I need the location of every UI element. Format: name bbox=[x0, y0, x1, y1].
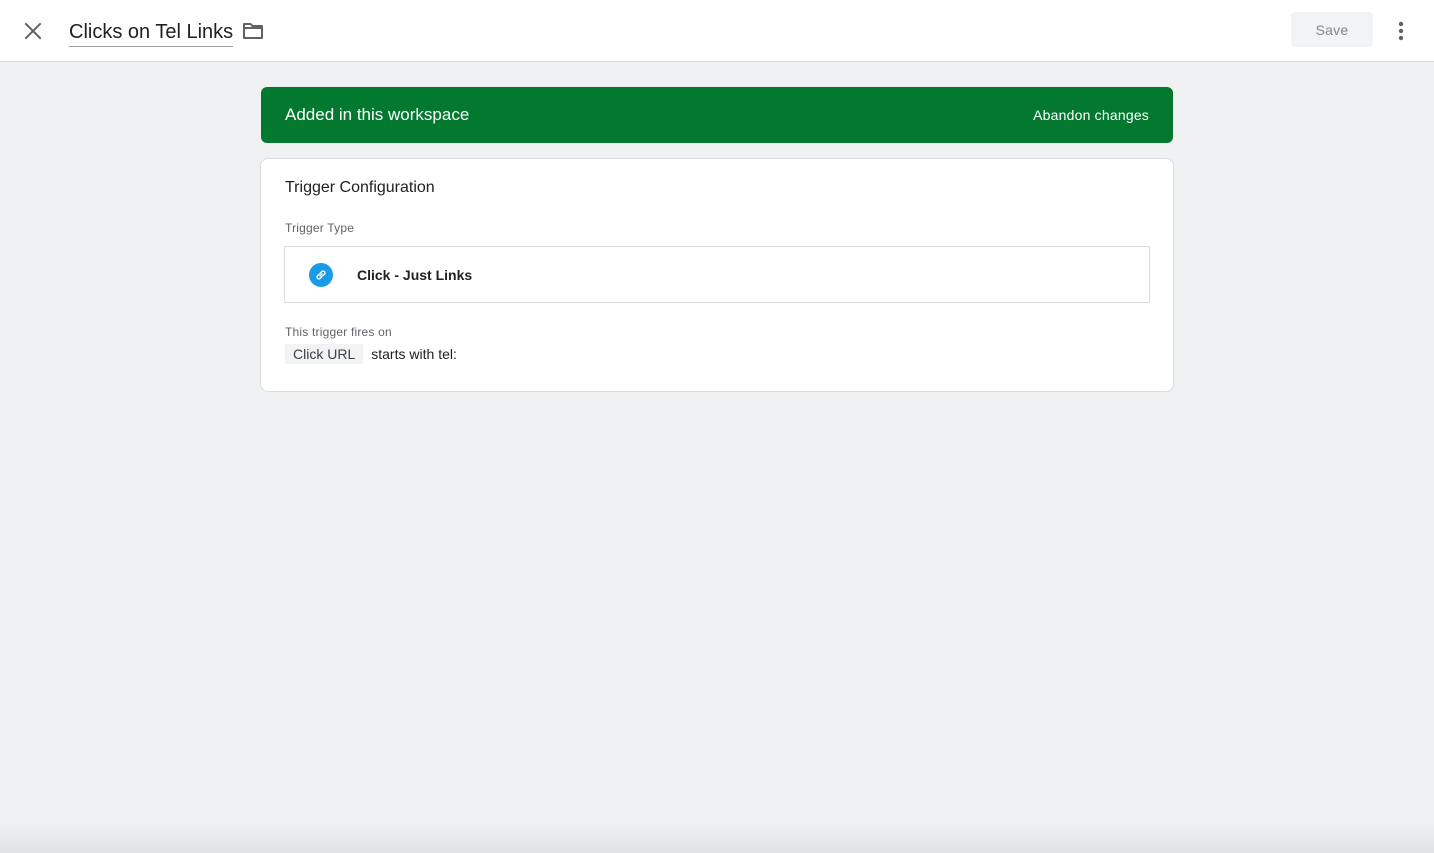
condition-operator: starts with bbox=[371, 346, 435, 362]
fires-on-label: This trigger fires on bbox=[285, 325, 392, 339]
top-bar: Clicks on Tel Links Save bbox=[0, 0, 1434, 62]
link-icon bbox=[309, 263, 333, 287]
condition-value: tel: bbox=[438, 346, 457, 362]
trigger-configuration-card: Trigger Configuration Trigger Type Click… bbox=[260, 158, 1174, 392]
close-icon[interactable] bbox=[19, 17, 47, 45]
banner-message: Added in this workspace bbox=[285, 105, 470, 124]
trigger-type-name: Click - Just Links bbox=[357, 267, 473, 283]
abandon-changes-button[interactable]: Abandon changes bbox=[1033, 106, 1149, 124]
workspace-status-banner: Added in this workspace Abandon changes bbox=[261, 87, 1173, 143]
folder-icon[interactable] bbox=[241, 19, 265, 43]
trigger-name-title[interactable]: Clicks on Tel Links bbox=[69, 18, 234, 47]
more-vert-icon[interactable] bbox=[1389, 17, 1413, 45]
trigger-type-selector[interactable]: Click - Just Links bbox=[284, 246, 1150, 303]
save-button[interactable]: Save bbox=[1291, 12, 1373, 47]
trigger-type-label: Trigger Type bbox=[285, 221, 355, 235]
card-title: Trigger Configuration bbox=[285, 179, 435, 196]
condition-variable-chip: Click URL bbox=[285, 344, 364, 364]
bottom-shadow bbox=[0, 823, 1434, 853]
trigger-condition: Click URL starts with tel: bbox=[285, 344, 457, 364]
